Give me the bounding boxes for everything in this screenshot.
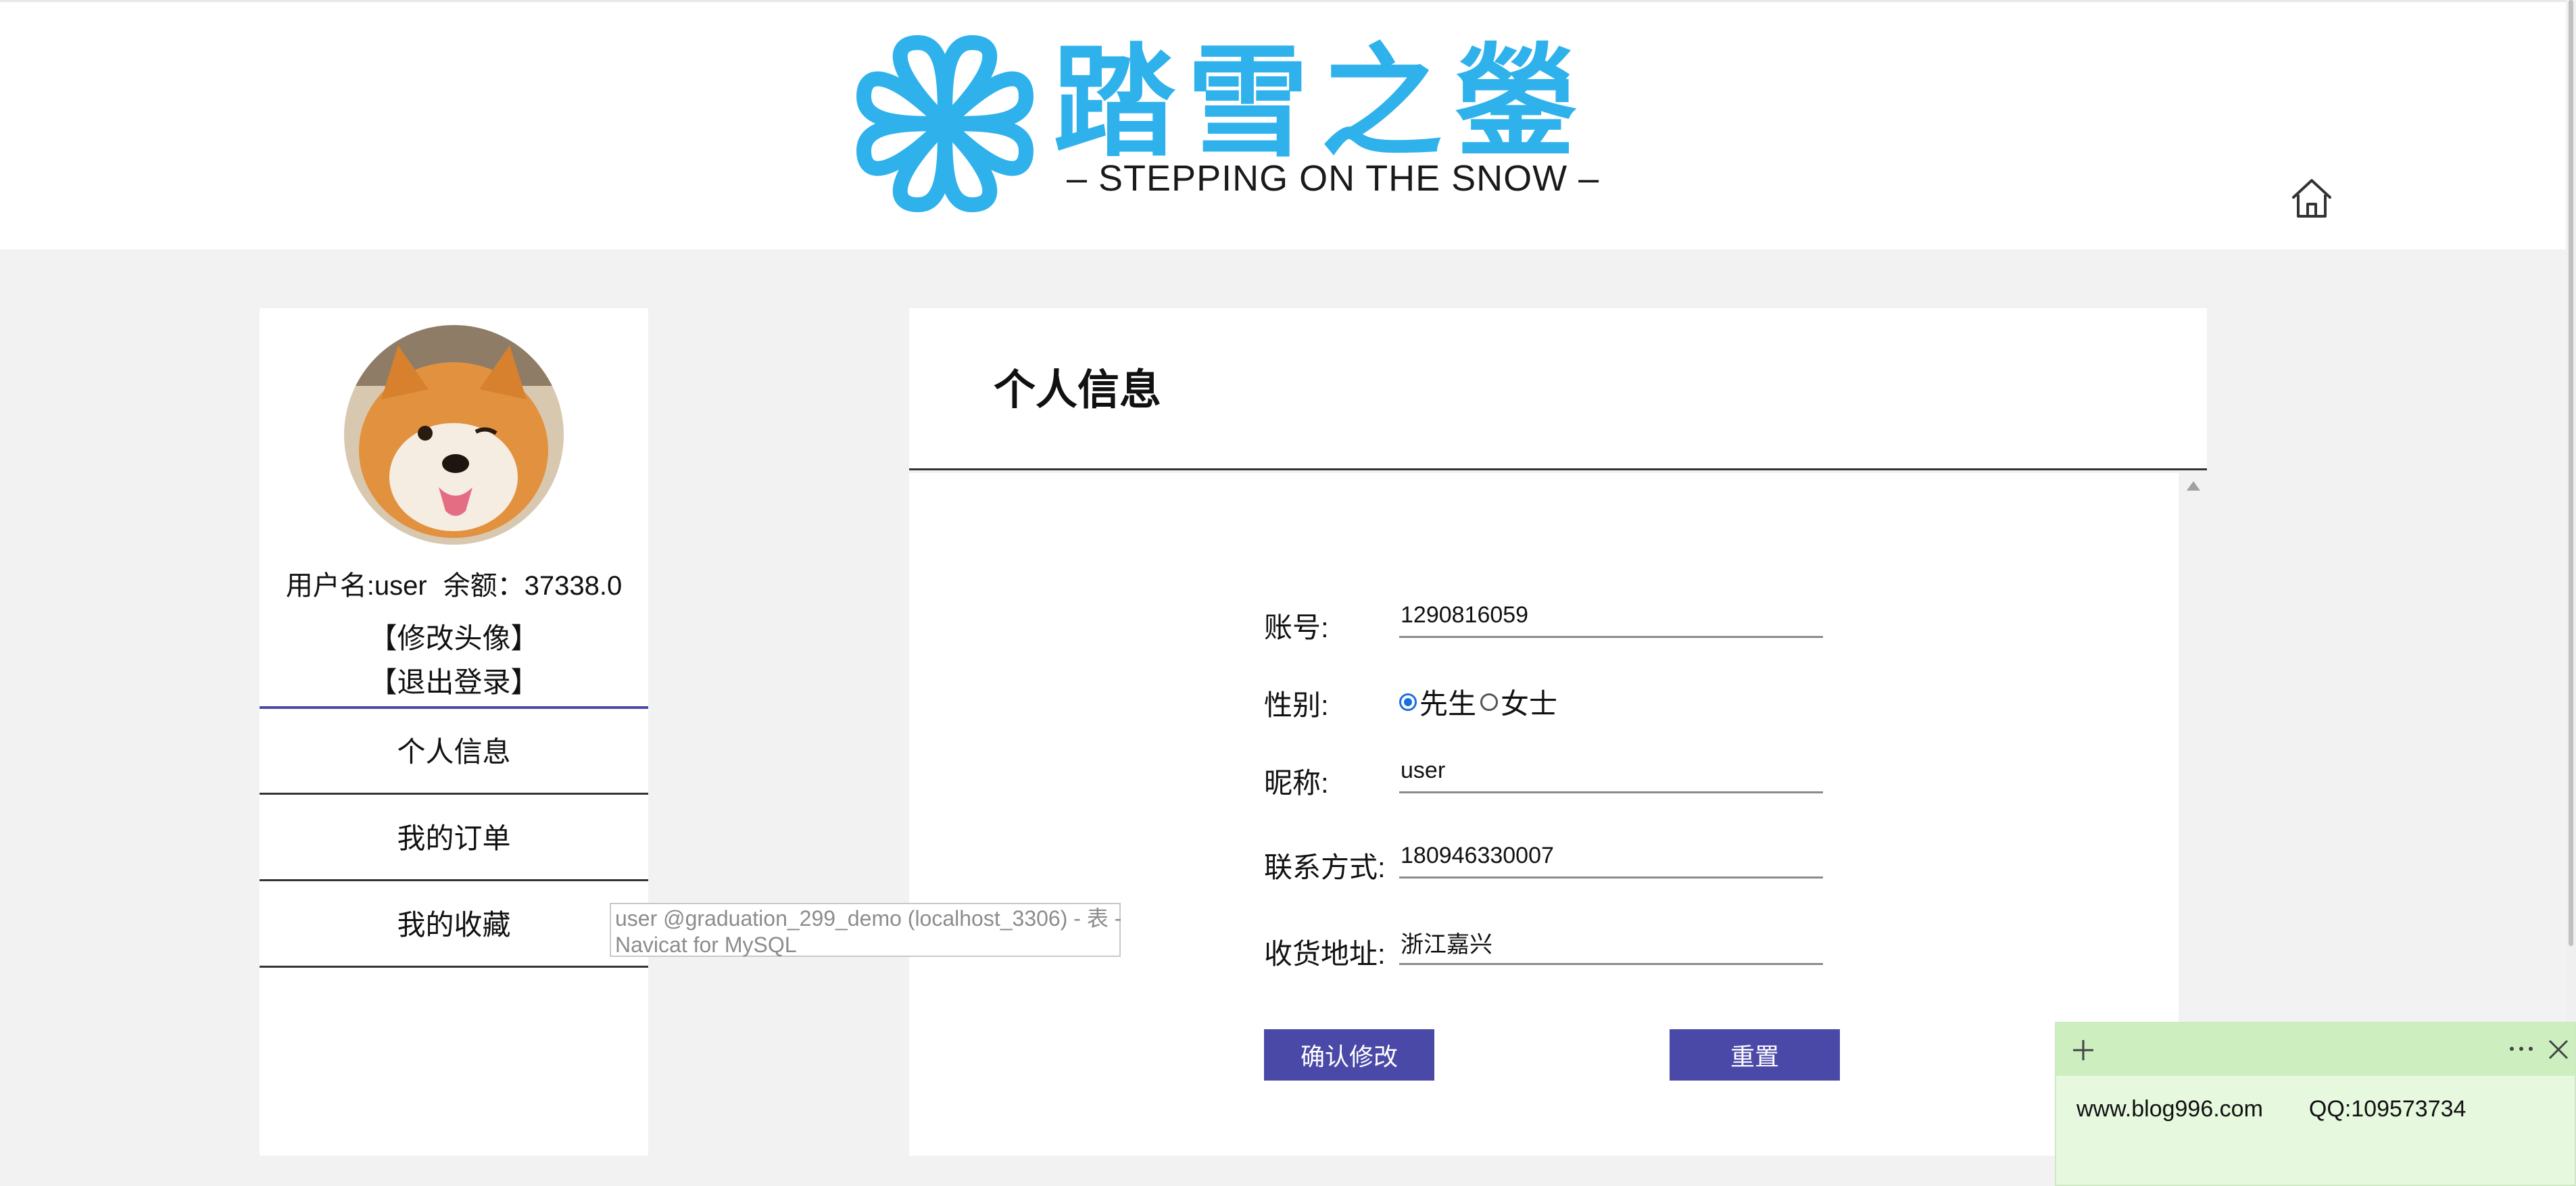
site-logo[interactable]: 踏雪之鎣 – STEPPING ON THE SNOW – xyxy=(850,29,1599,218)
plus-icon[interactable] xyxy=(2071,1038,2095,1062)
account-input[interactable] xyxy=(1399,595,1823,638)
profile-form-panel: 账号: 性别: 先生女士 昵称: 联系方式: 收货地址: 确认修改 重置 xyxy=(909,473,2207,1156)
address-input[interactable] xyxy=(1399,922,1823,965)
page-scrollbar[interactable] xyxy=(2566,0,2576,1186)
scroll-up-arrow-icon[interactable] xyxy=(2187,481,2200,491)
balance-label: 余额：37338.0 xyxy=(443,571,623,601)
address-label: 收货地址: xyxy=(1264,938,1386,970)
tooltip-line-2: Navicat for MySQL xyxy=(615,933,797,957)
dog-avatar-image xyxy=(344,325,564,545)
change-avatar-link[interactable]: 【修改头像】 xyxy=(260,616,648,657)
gender-label: 性别: xyxy=(1264,689,1329,721)
phone-label: 联系方式: xyxy=(1264,851,1386,883)
reset-button[interactable]: 重置 xyxy=(1670,1029,1840,1081)
note-qq: QQ:109573734 xyxy=(2308,1096,2466,1122)
taskbar-tooltip: user @graduation_299_demo (localhost_330… xyxy=(610,903,1121,957)
user-sidebar: 用户名:user 余额：37338.0 【修改头像】 【退出登录】 个人信息 我的… xyxy=(260,308,648,1156)
more-options-icon[interactable] xyxy=(2508,1042,2535,1056)
phone-input[interactable] xyxy=(1399,835,1823,879)
logo-title: 踏雪之鎣 xyxy=(1053,32,1589,174)
clover-logo-icon xyxy=(856,34,1034,213)
note-site: www.blog996.com xyxy=(2076,1096,2263,1122)
sticky-note: www.blog996.com QQ:109573734 xyxy=(2055,1022,2576,1186)
nickname-input[interactable] xyxy=(1399,750,1823,793)
gender-option-female-label: 女士 xyxy=(1501,688,1558,720)
logout-link[interactable]: 【退出登录】 xyxy=(260,660,648,701)
avatar[interactable] xyxy=(344,325,564,545)
gender-radio-male[interactable] xyxy=(1399,693,1417,711)
site-header: 踏雪之鎣 – STEPPING ON THE SNOW – xyxy=(0,0,2576,249)
close-icon[interactable] xyxy=(2547,1038,2570,1061)
main-header: 个人信息 xyxy=(909,308,2207,470)
tooltip-line-1: user @graduation_299_demo (localhost_330… xyxy=(615,906,1122,931)
gender-option-male-label: 先生 xyxy=(1419,688,1477,720)
confirm-button[interactable]: 确认修改 xyxy=(1264,1029,1434,1081)
account-label: 账号: xyxy=(1264,612,1329,643)
username-label: 用户名:user xyxy=(285,571,427,601)
logo-subtitle: – STEPPING ON THE SNOW – xyxy=(1067,158,1600,199)
page-title: 个人信息 xyxy=(994,365,1162,414)
sidebar-item-personal-info[interactable]: 个人信息 xyxy=(260,709,648,795)
page-scrollbar-thumb[interactable] xyxy=(2569,0,2573,946)
gender-radio-female[interactable] xyxy=(1480,693,1499,711)
home-icon[interactable] xyxy=(2288,174,2335,222)
gender-radio-group: 先生 女士 xyxy=(1399,681,1561,722)
sticky-note-content: www.blog996.com QQ:109573734 xyxy=(2076,1096,2466,1122)
sticky-note-toolbar xyxy=(2056,1023,2575,1076)
nickname-label: 昵称: xyxy=(1264,767,1329,799)
sidebar-item-my-orders[interactable]: 我的订单 xyxy=(260,795,648,881)
sidebar-item-my-favorites[interactable]: 我的收藏 xyxy=(260,882,648,968)
user-info-line: 用户名:user 余额：37338.0 xyxy=(260,564,648,603)
